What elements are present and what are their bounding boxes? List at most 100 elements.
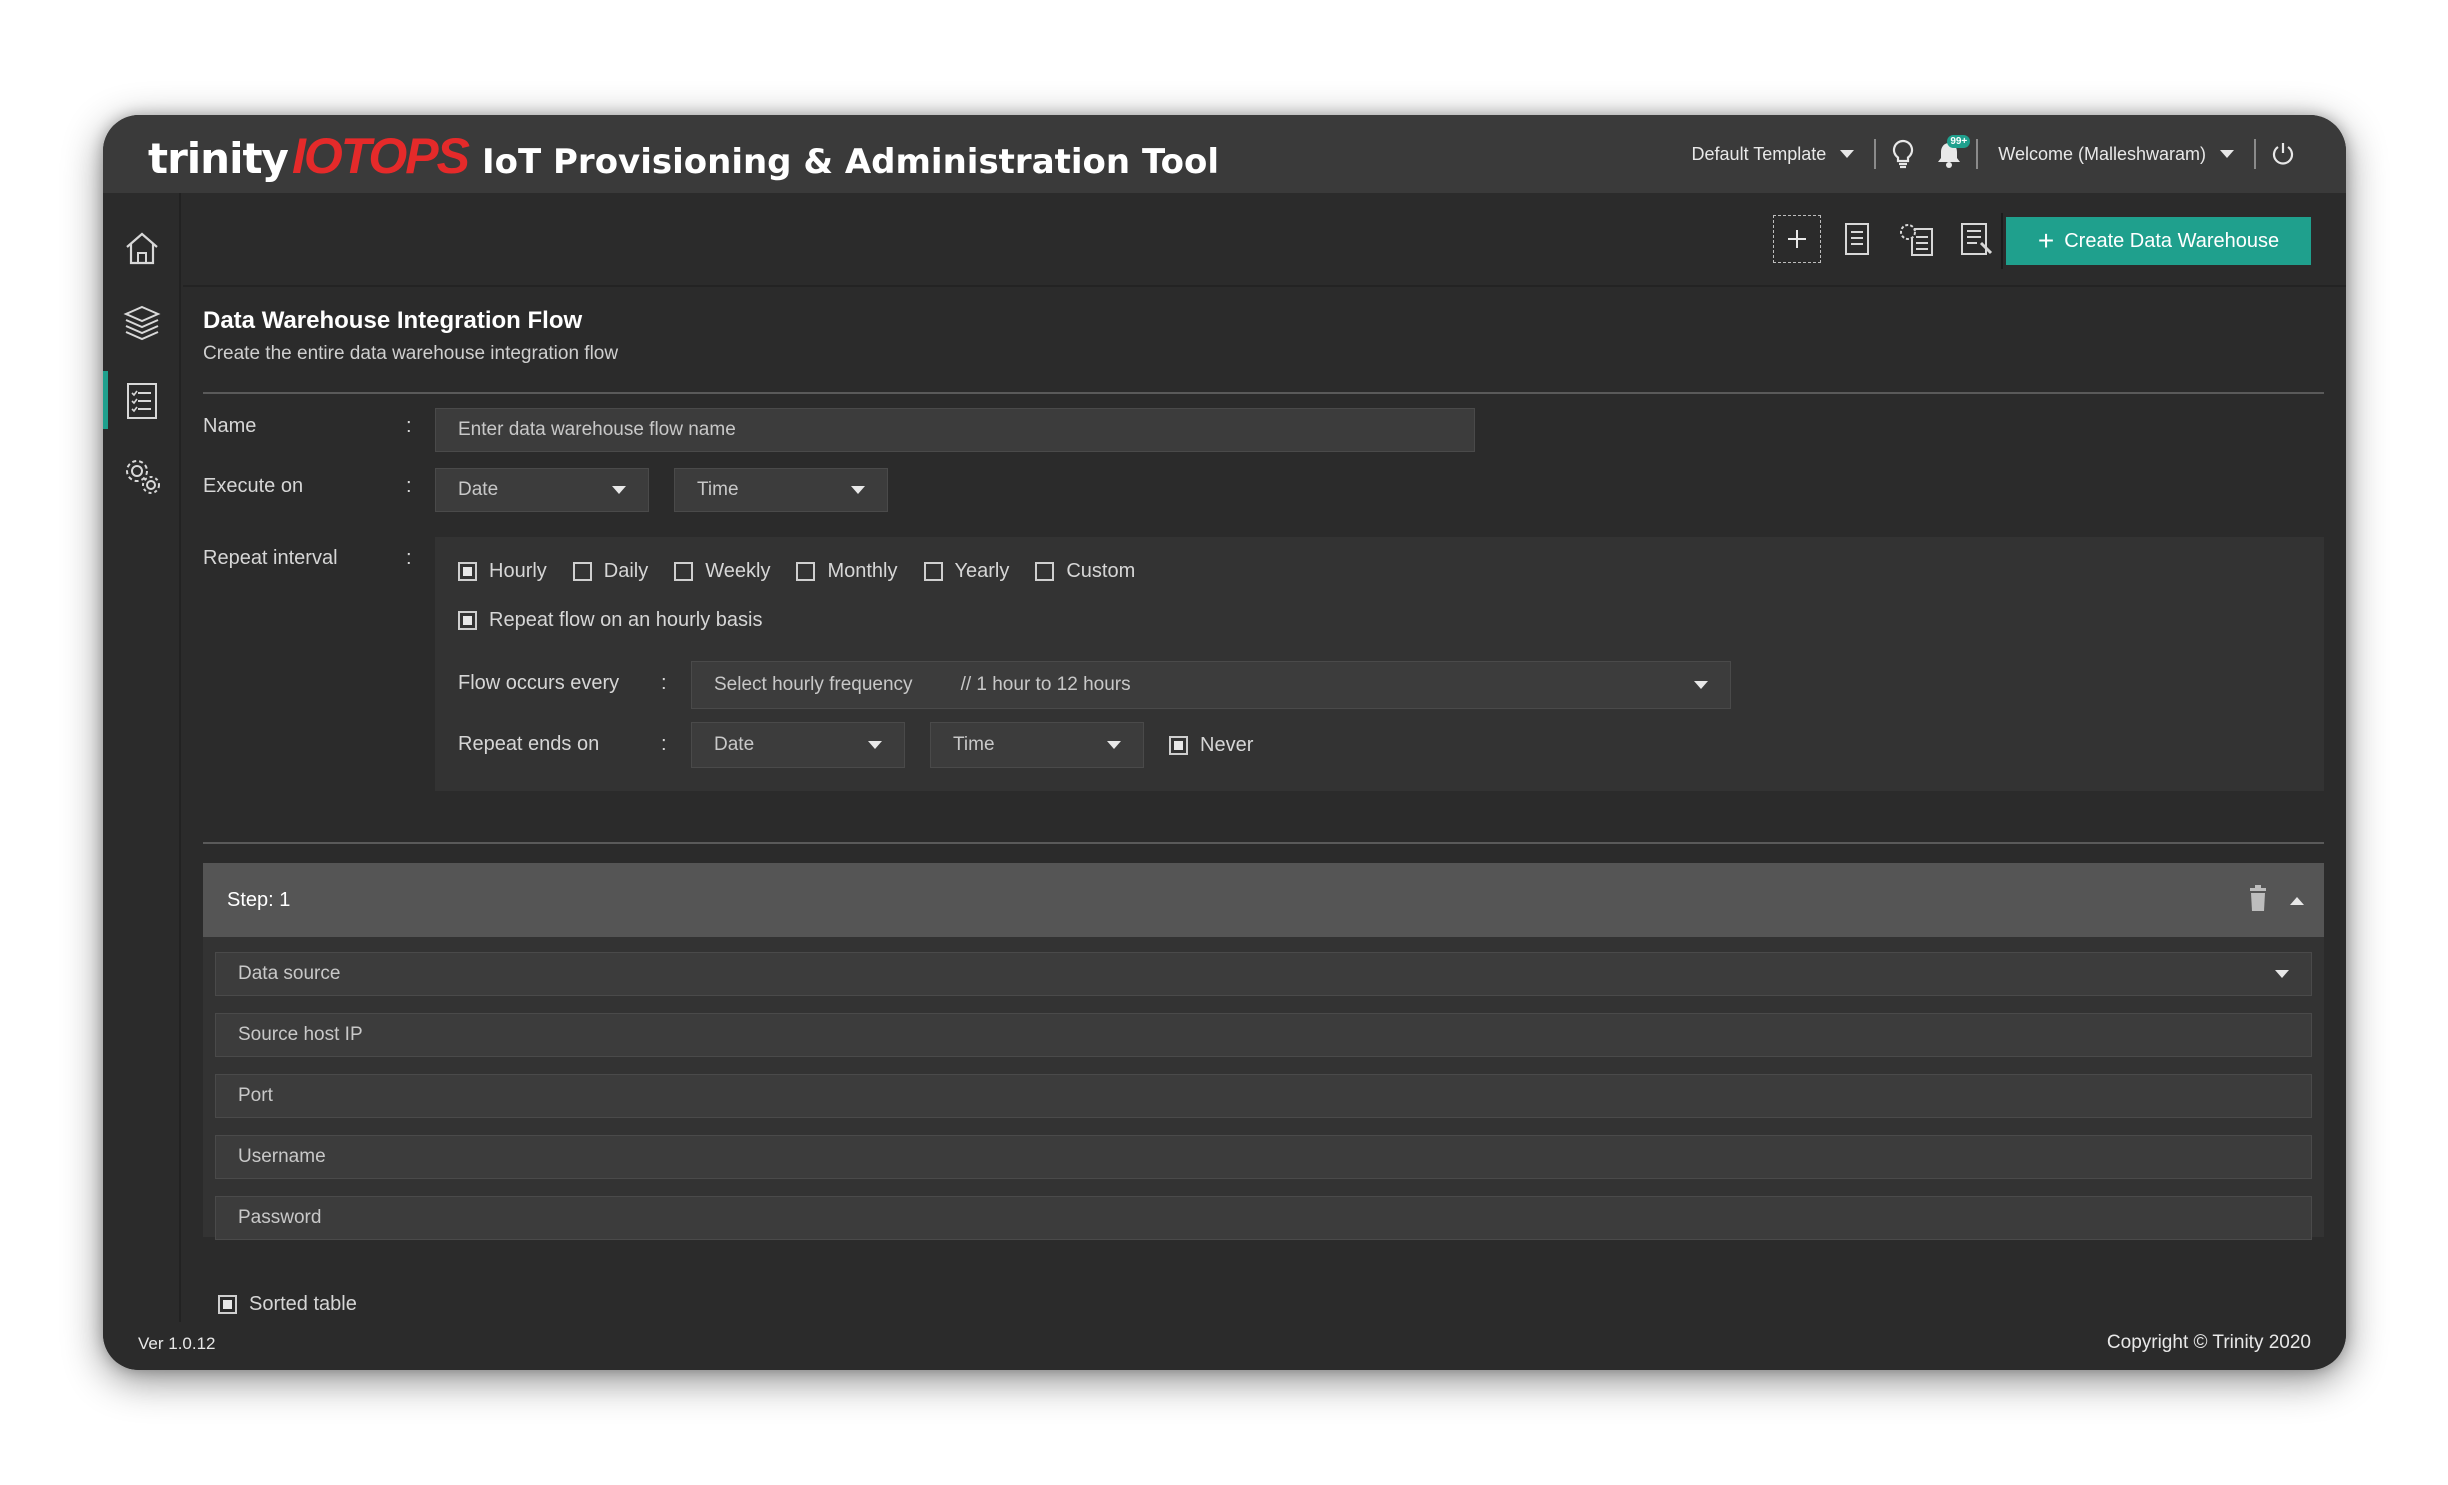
copyright-label: Copyright © Trinity 2020: [2106, 1332, 2311, 1353]
checkbox-box[interactable]: [218, 1295, 237, 1314]
ends-time-select[interactable]: Time: [930, 722, 1144, 768]
password-placeholder: Password: [238, 1207, 322, 1228]
report-icon[interactable]: [1953, 215, 2001, 263]
trash-icon[interactable]: [2248, 885, 2268, 917]
plus-icon: +: [2037, 225, 2055, 256]
divider: [203, 392, 2324, 394]
port-placeholder: Port: [238, 1085, 273, 1106]
frequency-hint: // 1 hour to 12 hours: [960, 674, 1131, 695]
interval-label: Daily: [603, 560, 649, 582]
execute-time-select[interactable]: Time: [674, 468, 888, 512]
checkbox-box[interactable]: [923, 562, 943, 581]
top-bar: trinity IOTOPS IoT Provisioning & Admini…: [103, 115, 2346, 193]
sidebar-item-settings[interactable]: [103, 443, 181, 509]
footer: Ver 1.0.12 Copyright © Trinity 2020: [103, 1322, 2346, 1370]
execute-time-value: Time: [697, 479, 739, 500]
repeat-hourly-row: Repeat flow on an hourly basis: [458, 609, 763, 632]
sorted-table-row: Sorted table: [218, 1293, 357, 1316]
brand-iotops: IOTOPS: [291, 128, 470, 184]
action-bar: + Create Data Warehouse: [183, 193, 2346, 287]
interval-daily-checkbox[interactable]: Daily: [572, 560, 649, 583]
divider: [2254, 139, 2256, 169]
sorted-table-checkbox[interactable]: Sorted table: [218, 1293, 357, 1316]
add-icon[interactable]: [1773, 215, 1821, 263]
document-icon[interactable]: [1833, 215, 1881, 263]
template-dropdown[interactable]: Default Template: [1676, 144, 1871, 165]
source-host-ip-input[interactable]: Source host IP: [215, 1013, 2312, 1057]
step-header[interactable]: Step: 1: [203, 863, 2324, 937]
chevron-down-icon: [1107, 741, 1121, 749]
username-input[interactable]: Username: [215, 1135, 2312, 1179]
interval-options: Hourly Daily Weekly Monthly Yearly Custo…: [458, 560, 1135, 583]
template-label: Default Template: [1691, 143, 1827, 164]
checklist-icon: [127, 383, 157, 419]
sidebar-item-home[interactable]: [103, 215, 181, 281]
checkbox-box[interactable]: [458, 611, 477, 630]
create-data-warehouse-button[interactable]: + Create Data Warehouse: [2006, 217, 2311, 265]
sorted-table-label: Sorted table: [249, 1293, 357, 1315]
layers-icon: [123, 305, 161, 341]
checkbox-box[interactable]: [458, 562, 477, 581]
sidebar-item-checklist[interactable]: [103, 367, 181, 433]
chevron-down-icon: [1694, 681, 1708, 689]
execute-date-select[interactable]: Date: [435, 468, 649, 512]
divider: [2001, 213, 2003, 269]
app-title: IoT Provisioning & Administration Tool: [481, 142, 1219, 182]
version-label: Ver 1.0.12: [138, 1334, 216, 1353]
brand-logo: trinity IOTOPS IoT Provisioning & Admini…: [148, 127, 1219, 184]
repeat-hourly-checkbox[interactable]: Repeat flow on an hourly basis: [458, 609, 763, 632]
chevron-down-icon: [612, 486, 626, 494]
divider: [203, 842, 2324, 844]
interval-label: Weekly: [705, 560, 771, 582]
step-title: Step: 1: [227, 888, 291, 911]
checkbox-box[interactable]: [1169, 736, 1188, 755]
chevron-up-icon[interactable]: [2290, 897, 2304, 905]
home-icon: [126, 232, 158, 265]
password-input[interactable]: Password: [215, 1196, 2312, 1240]
port-input[interactable]: Port: [215, 1074, 2312, 1118]
colon: :: [406, 547, 412, 569]
page-subtitle: Create the entire data warehouse integra…: [203, 343, 619, 364]
repeat-interval-label: Repeat interval: [203, 547, 338, 569]
step-actions: [2248, 885, 2304, 917]
frequency-placeholder: Select hourly frequency: [714, 674, 913, 695]
never-row: Never: [1169, 734, 1253, 757]
ends-date-value: Date: [714, 734, 755, 755]
lightbulb-icon[interactable]: [1880, 131, 1926, 177]
username-placeholder: Username: [238, 1146, 326, 1167]
brand-trinity: trinity: [148, 134, 289, 183]
name-label: Name: [203, 415, 257, 437]
user-menu-dropdown[interactable]: Welcome (Malleshwaram): [1982, 144, 2250, 165]
ends-date-select[interactable]: Date: [691, 722, 905, 768]
hourly-frequency-select[interactable]: Select hourly frequency // 1 hour to 12 h…: [691, 661, 1731, 709]
frequency-select-text: Select hourly frequency // 1 hour to 12 h…: [714, 674, 1131, 696]
execute-on-label: Execute on: [203, 475, 304, 497]
flow-name-input[interactable]: Enter data warehouse flow name: [435, 408, 1475, 452]
never-checkbox[interactable]: Never: [1169, 734, 1253, 757]
top-bar-actions: Default Template 99+ Welcome (Malleshwar…: [1676, 115, 2306, 193]
document-settings-icon[interactable]: [1893, 215, 1941, 263]
checkbox-box[interactable]: [674, 562, 694, 581]
power-icon[interactable]: [2260, 131, 2306, 177]
data-source-select[interactable]: Data source: [215, 952, 2312, 996]
source-host-placeholder: Source host IP: [238, 1024, 363, 1045]
sidebar-item-layers[interactable]: [103, 291, 181, 357]
notification-bell-icon[interactable]: 99+: [1926, 131, 1972, 177]
ends-time-value: Time: [953, 734, 995, 755]
interval-label: Monthly: [827, 560, 898, 582]
divider: [1976, 139, 1979, 169]
chevron-down-icon: [1840, 150, 1855, 158]
interval-yearly-checkbox[interactable]: Yearly: [923, 560, 1009, 583]
checkbox-box[interactable]: [796, 562, 816, 581]
chevron-down-icon: [2275, 970, 2289, 978]
interval-custom-checkbox[interactable]: Custom: [1035, 560, 1135, 583]
welcome-label: Welcome (Malleshwaram): [1998, 143, 2206, 164]
execute-date-value: Date: [458, 479, 499, 500]
colon: :: [661, 733, 667, 755]
checkbox-box[interactable]: [572, 562, 592, 581]
interval-hourly-checkbox[interactable]: Hourly: [458, 560, 547, 583]
interval-weekly-checkbox[interactable]: Weekly: [674, 560, 770, 583]
interval-monthly-checkbox[interactable]: Monthly: [796, 560, 898, 583]
checkbox-box[interactable]: [1035, 562, 1055, 581]
chevron-down-icon: [851, 486, 865, 494]
